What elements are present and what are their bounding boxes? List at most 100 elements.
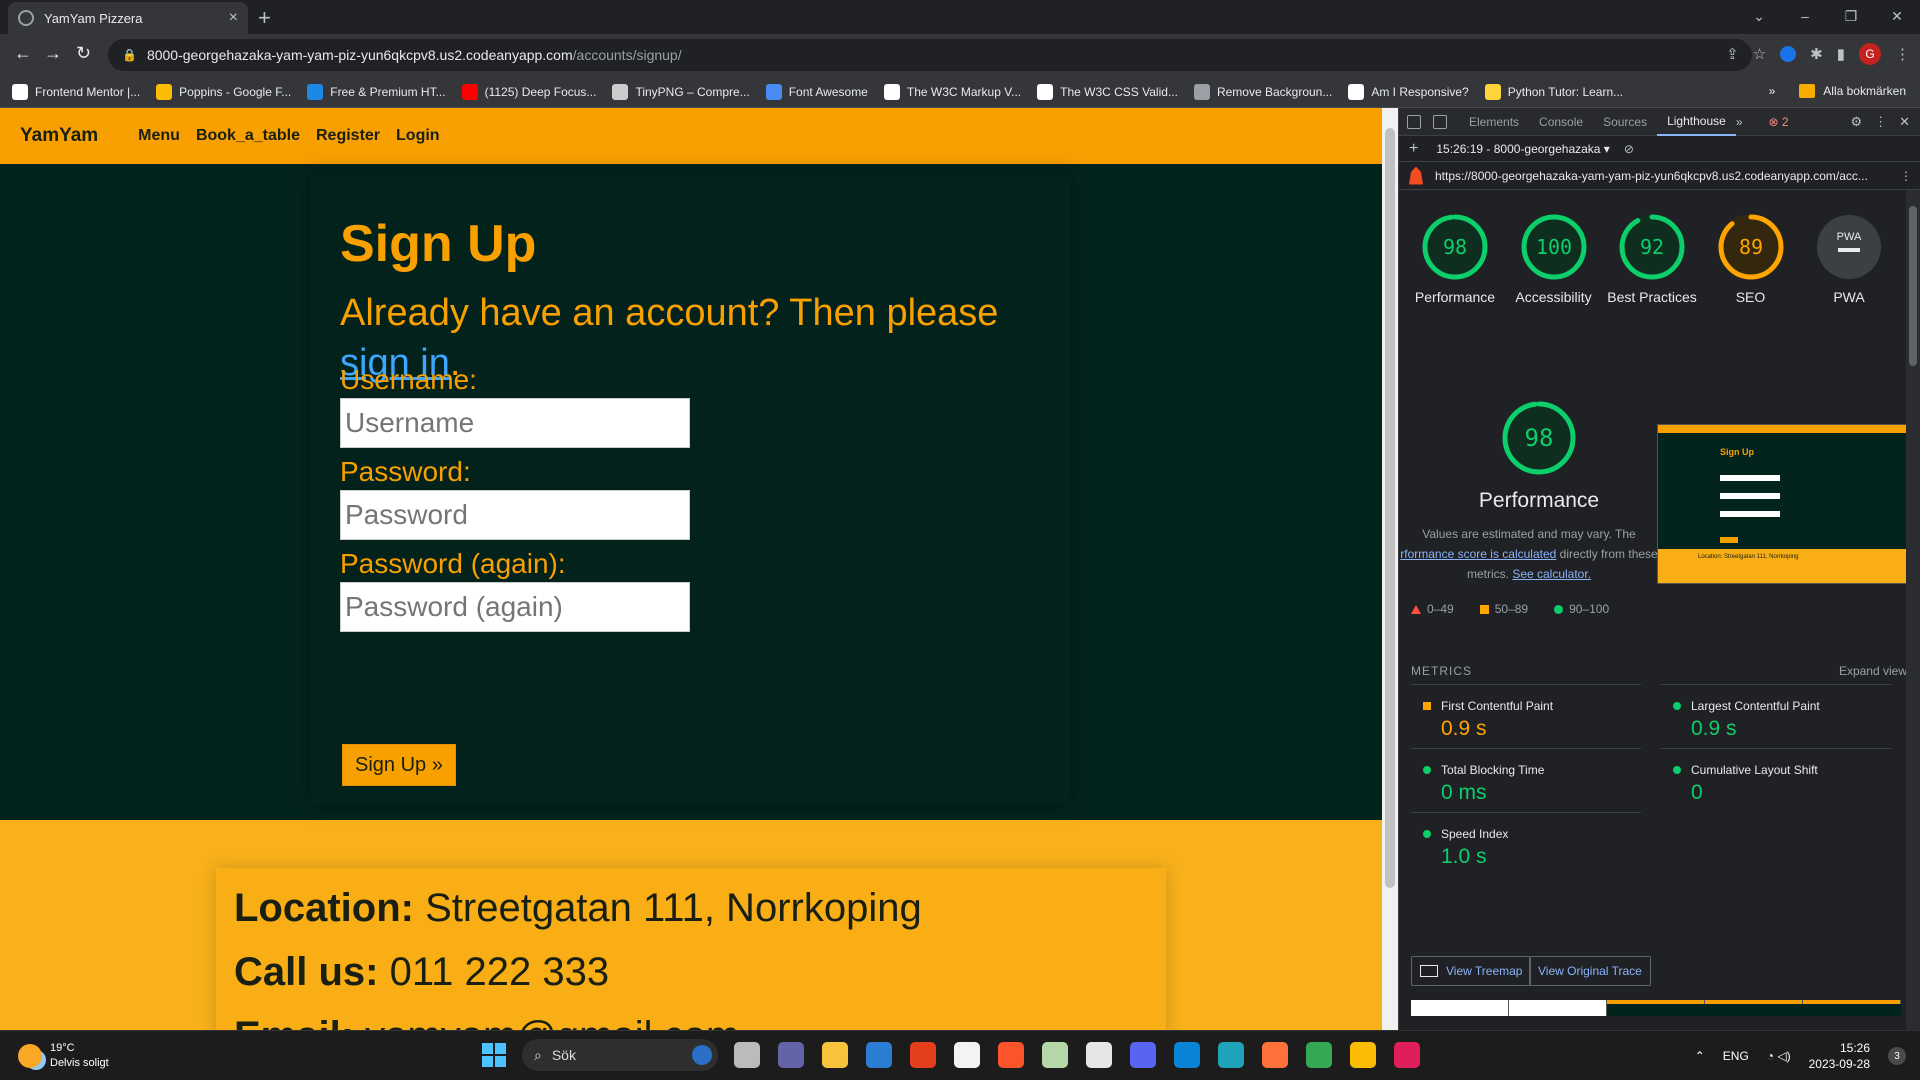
bookmark-item[interactable]: TinyPNG – Compre... xyxy=(612,83,750,100)
url-path: /accounts/signup/ xyxy=(572,47,682,63)
report-menu-icon[interactable]: ⋮ xyxy=(1900,169,1920,183)
page-scrollbar-thumb[interactable] xyxy=(1385,128,1395,888)
bing-icon[interactable] xyxy=(692,1045,712,1065)
puzzle-icon[interactable]: ✱ xyxy=(1810,45,1823,63)
tab-search-icon[interactable]: ⌄ xyxy=(1736,0,1782,32)
share-icon[interactable]: ⇪ xyxy=(1726,45,1739,63)
chrome-icon[interactable] xyxy=(1306,1042,1332,1068)
notification-badge[interactable]: 3 xyxy=(1888,1047,1906,1065)
app-green-icon[interactable] xyxy=(1042,1042,1068,1068)
minimize-icon[interactable]: – xyxy=(1782,0,1828,32)
side-panel-icon[interactable]: ▮ xyxy=(1837,45,1845,63)
footer-phone: Call us: 011 222 333 xyxy=(234,950,609,995)
bookmark-item[interactable]: (1125) Deep Focus... xyxy=(461,83,596,100)
see-calculator-link[interactable]: See calculator. xyxy=(1512,567,1591,581)
bookmark-star-icon[interactable]: ☆ xyxy=(1753,45,1766,63)
windows-start-icon[interactable] xyxy=(482,1043,506,1067)
language-indicator[interactable]: ENG xyxy=(1723,1049,1749,1063)
forward-icon[interactable]: → xyxy=(44,43,62,64)
bookmark-item[interactable]: Frontend Mentor |... xyxy=(12,83,140,100)
task-view-icon[interactable] xyxy=(734,1042,760,1068)
bookmark-item[interactable]: Poppins - Google F... xyxy=(156,83,291,100)
teams-icon[interactable] xyxy=(778,1042,804,1068)
restore-icon[interactable]: ❐ xyxy=(1828,0,1874,32)
bookmark-item[interactable]: Python Tutor: Learn... xyxy=(1484,83,1624,100)
snipping-icon[interactable] xyxy=(1086,1042,1112,1068)
score-gauge-pwa[interactable]: PWA PWA xyxy=(1801,212,1897,307)
devtools-tab-elements[interactable]: Elements xyxy=(1459,108,1529,136)
close-tab-icon[interactable]: × xyxy=(229,9,238,27)
view-treemap-label: View Treemap xyxy=(1446,964,1523,978)
chrome-active-icon[interactable] xyxy=(1350,1042,1376,1068)
profile-avatar[interactable]: G xyxy=(1859,43,1881,65)
nav-link-menu[interactable]: Menu xyxy=(138,127,180,145)
nav-link-book-a-table[interactable]: Book_a_table xyxy=(196,127,300,145)
device-toolbar-icon[interactable] xyxy=(1433,114,1447,129)
nav-link-register[interactable]: Register xyxy=(316,127,380,145)
reload-icon[interactable]: ↻ xyxy=(76,43,91,64)
performance-title: Performance xyxy=(1478,489,1600,512)
score-calculated-link[interactable]: rformance score is calculated xyxy=(1400,547,1556,561)
more-tabs-icon[interactable]: » xyxy=(1736,115,1743,129)
store-icon[interactable] xyxy=(954,1042,980,1068)
extension-icon[interactable] xyxy=(1780,46,1797,62)
file-explorer-icon[interactable] xyxy=(822,1042,848,1068)
settings-gear-icon[interactable]: ⚙ xyxy=(1850,114,1862,130)
bookmark-item[interactable]: Free & Premium HT... xyxy=(307,83,446,100)
firefox-icon[interactable] xyxy=(1262,1042,1288,1068)
password-input[interactable] xyxy=(340,490,690,540)
bookmark-item[interactable]: Am I Responsive? xyxy=(1348,83,1469,100)
report-selector[interactable]: 15:26:19 - 8000-georgehazaka ▾ xyxy=(1436,142,1609,156)
tab-title: YamYam Pizzera xyxy=(44,10,143,26)
vscode-icon[interactable] xyxy=(1174,1042,1200,1068)
error-count-badge[interactable]: ⊗ 2 xyxy=(1769,115,1789,129)
edge-icon[interactable] xyxy=(1218,1042,1244,1068)
bookmark-item[interactable]: Remove Backgroun... xyxy=(1193,83,1332,100)
devtools-tab-lighthouse[interactable]: Lighthouse xyxy=(1657,108,1736,136)
nav-link-login[interactable]: Login xyxy=(396,127,440,145)
clock[interactable]: 15:26 2023-09-28 xyxy=(1809,1040,1870,1072)
devtools-scrollbar[interactable] xyxy=(1906,190,1920,1030)
devtools-tab-sources[interactable]: Sources xyxy=(1593,108,1657,136)
weather-widget[interactable]: 19°C Delvis soligt xyxy=(18,1041,109,1071)
clear-reports-icon[interactable]: ⊘ xyxy=(1624,142,1634,156)
close-devtools-icon[interactable]: ✕ xyxy=(1899,114,1910,130)
bookmark-item[interactable]: The W3C CSS Valid... xyxy=(1037,83,1178,100)
signup-button[interactable]: Sign Up » xyxy=(342,744,456,786)
bookmark-item[interactable]: The W3C Markup V... xyxy=(883,83,1021,100)
devtools-tab-console[interactable]: Console xyxy=(1529,108,1593,136)
wifi-volume-icon[interactable]: ◔ ◁) xyxy=(1767,1049,1791,1063)
username-input[interactable] xyxy=(340,398,690,448)
mail-icon[interactable] xyxy=(866,1042,892,1068)
score-gauge-best-practices[interactable]: 92 Best Practices xyxy=(1604,212,1700,307)
password-again-input[interactable] xyxy=(340,582,690,632)
discord-icon[interactable] xyxy=(1130,1042,1156,1068)
expand-view-toggle[interactable]: Expand view xyxy=(1839,664,1907,678)
menu-kebab-icon[interactable]: ⋮ xyxy=(1895,45,1910,63)
slack-icon[interactable] xyxy=(1394,1042,1420,1068)
bookmark-label: Python Tutor: Learn... xyxy=(1507,84,1624,99)
score-gauge-accessibility[interactable]: 100 Accessibility xyxy=(1506,212,1602,307)
score-gauge-seo[interactable]: 89 SEO xyxy=(1703,212,1799,307)
taskbar-search[interactable]: ⌕ Sök xyxy=(522,1039,718,1071)
tray-chevron-icon[interactable]: ⌃ xyxy=(1695,1049,1705,1063)
office-icon[interactable] xyxy=(910,1042,936,1068)
bookmarks-chevron-icon[interactable]: » xyxy=(1769,84,1776,98)
score-gauge-performance[interactable]: 98 Performance xyxy=(1407,212,1503,307)
address-bar[interactable]: 🔒 8000-georgehazaka-yam-yam-piz-yun6qkcp… xyxy=(108,39,1752,71)
site-brand[interactable]: YamYam xyxy=(20,125,98,147)
view-original-trace-button[interactable]: View Original Trace xyxy=(1529,956,1651,986)
devtools-scrollbar-thumb[interactable] xyxy=(1909,206,1917,366)
browser-tab[interactable]: YamYam Pizzera × xyxy=(8,2,248,34)
new-report-icon[interactable]: + xyxy=(1409,140,1418,158)
all-bookmarks-label[interactable]: Alla bokmärken xyxy=(1823,84,1906,98)
bookmark-item[interactable]: Font Awesome xyxy=(765,83,868,100)
view-treemap-button[interactable]: View Treemap xyxy=(1411,956,1532,986)
inspect-element-icon[interactable] xyxy=(1407,114,1421,129)
brave-icon[interactable] xyxy=(998,1042,1024,1068)
new-tab-icon[interactable]: + xyxy=(258,5,271,31)
page-scrollbar[interactable] xyxy=(1382,108,1398,1030)
close-window-icon[interactable]: ✕ xyxy=(1874,0,1920,32)
back-icon[interactable]: ← xyxy=(14,43,32,64)
devtools-menu-icon[interactable]: ⋮ xyxy=(1874,114,1887,130)
